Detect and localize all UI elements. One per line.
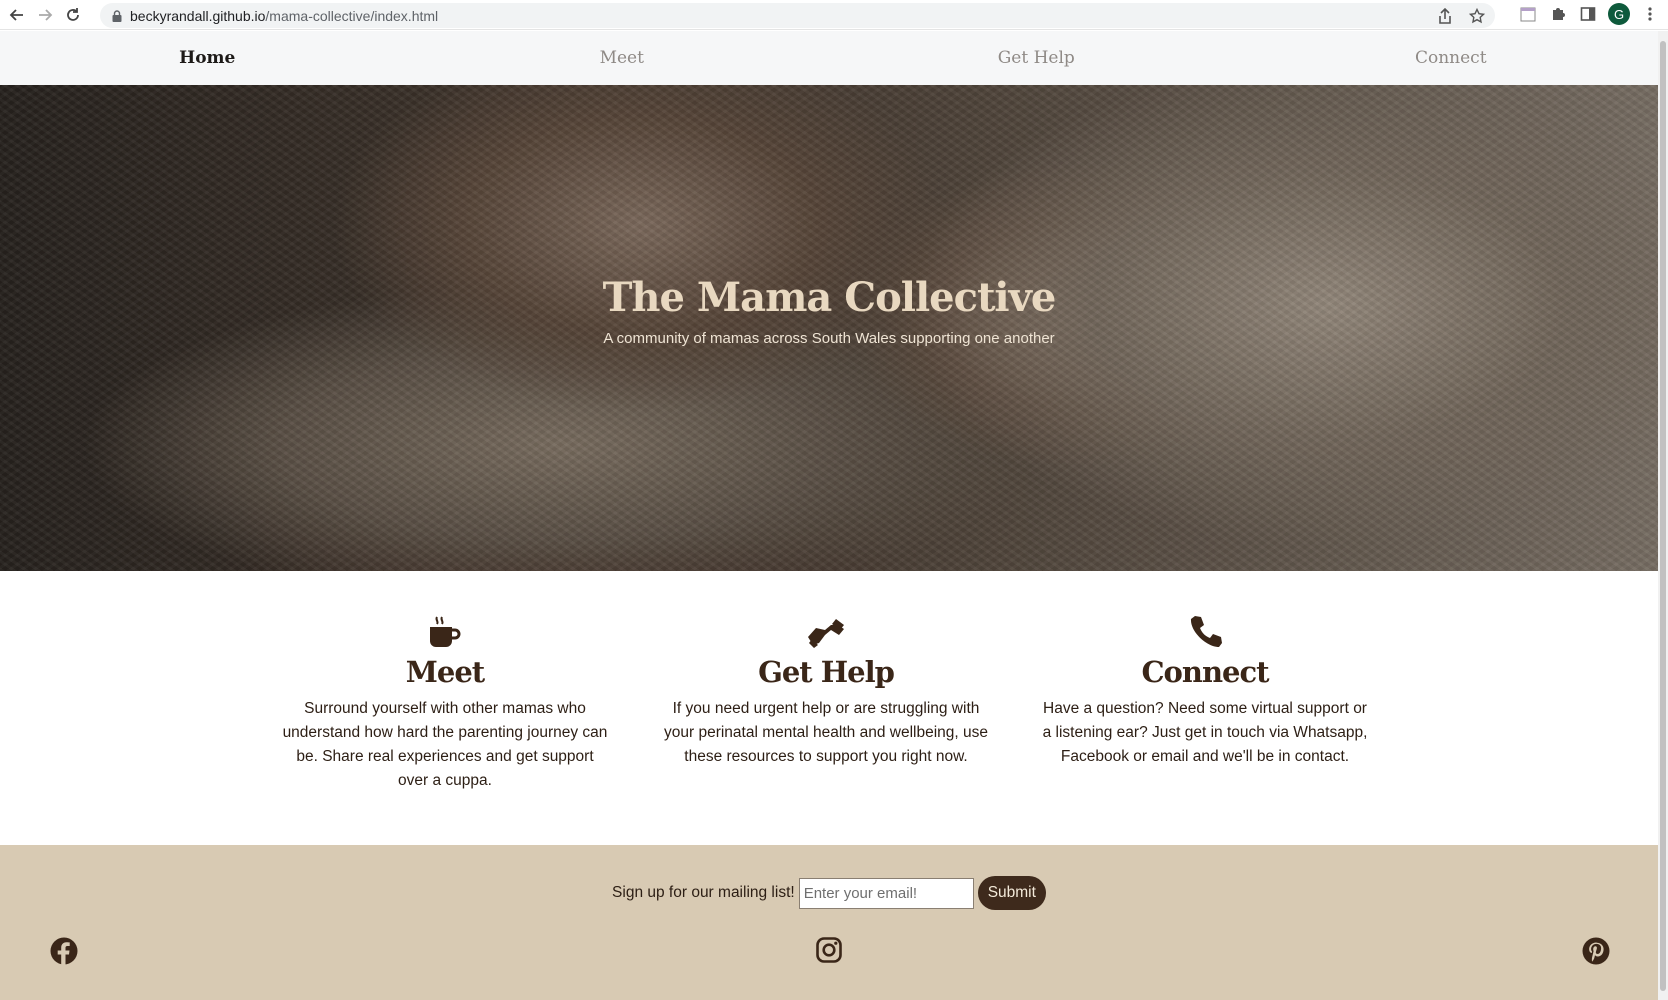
feature-connect: Connect Have a question? Need some virtu… xyxy=(1040,609,1370,769)
calendar-extension-icon[interactable] xyxy=(1518,4,1538,24)
page-scrollbar[interactable] xyxy=(1658,31,1668,1000)
handshake-icon xyxy=(661,609,991,649)
hero-subtitle: A community of mamas across South Wales … xyxy=(603,330,1055,347)
email-input[interactable] xyxy=(798,877,974,909)
mailing-list-form: Sign up for our mailing list! Submit xyxy=(0,876,1658,910)
feature-get-help-title: Get Help xyxy=(758,655,895,689)
nav-link-home[interactable]: Home xyxy=(0,31,415,85)
share-icon[interactable] xyxy=(1435,6,1455,26)
pinterest-icon[interactable] xyxy=(1582,937,1610,965)
instagram-icon[interactable] xyxy=(816,937,842,963)
site-footer: Sign up for our mailing list! Submit xyxy=(0,845,1658,1000)
submit-button[interactable]: Submit xyxy=(977,876,1046,910)
address-bar[interactable]: beckyrandall.github.io/mama-collective/i… xyxy=(100,3,1495,28)
extensions-puzzle-icon[interactable] xyxy=(1548,4,1568,24)
feature-meet-text: Surround yourself with other mamas who u… xyxy=(282,699,608,789)
mailing-list-label: Sign up for our mailing list! xyxy=(612,884,795,901)
reload-icon[interactable] xyxy=(62,4,84,26)
url-text: beckyrandall.github.io/mama-collective/i… xyxy=(130,8,438,24)
feature-connect-text: Have a question? Need some virtual suppo… xyxy=(1042,699,1368,765)
profile-avatar[interactable]: G xyxy=(1608,3,1630,25)
phone-icon xyxy=(1040,609,1370,649)
hero-title: The Mama Collective xyxy=(602,274,1057,321)
facebook-icon[interactable] xyxy=(50,937,78,965)
lock-icon xyxy=(112,9,122,22)
coffee-mug-icon xyxy=(280,609,610,649)
feature-get-help: Get Help If you need urgent help or are … xyxy=(661,609,991,769)
main-nav: Home Meet Get Help Connect xyxy=(0,31,1658,85)
nav-link-get-help[interactable]: Get Help xyxy=(829,31,1244,85)
feature-meet: Meet Surround yourself with other mamas … xyxy=(280,609,610,793)
feature-connect-title: Connect xyxy=(1141,655,1269,689)
url-host: beckyrandall.github.io xyxy=(130,7,266,24)
browser-toolbar: beckyrandall.github.io/mama-collective/i… xyxy=(0,0,1668,30)
url-path: /mama-collective/index.html xyxy=(265,7,439,24)
bookmark-star-icon[interactable] xyxy=(1467,6,1487,26)
nav-link-meet[interactable]: Meet xyxy=(415,31,830,85)
nav-link-connect[interactable]: Connect xyxy=(1244,31,1659,85)
hero-banner: The Mama Collective A community of mamas… xyxy=(0,85,1658,571)
feature-get-help-text: If you need urgent help or are strugglin… xyxy=(664,699,988,765)
back-icon[interactable] xyxy=(6,4,28,26)
feature-meet-title: Meet xyxy=(405,655,485,689)
features-section: Meet Surround yourself with other mamas … xyxy=(0,571,1658,845)
side-panel-icon[interactable] xyxy=(1578,4,1598,24)
more-menu-icon[interactable] xyxy=(1640,4,1660,24)
scrollbar-thumb[interactable] xyxy=(1660,41,1666,991)
forward-icon[interactable] xyxy=(34,4,56,26)
